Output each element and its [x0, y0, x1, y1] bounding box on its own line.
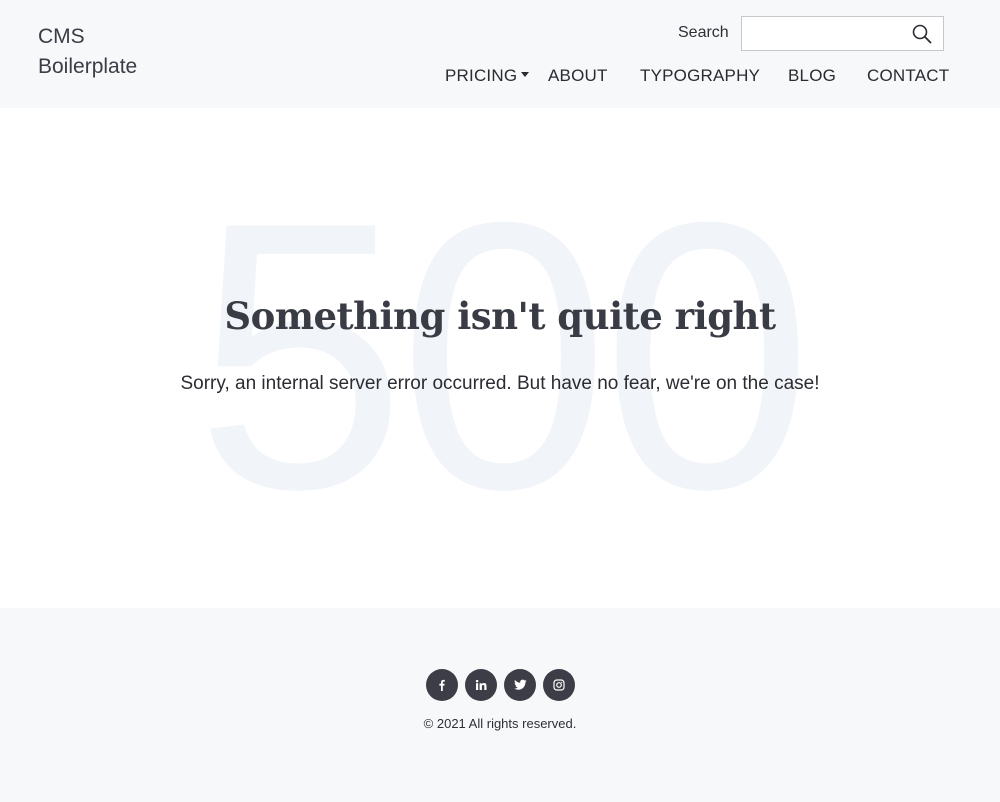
search-box: [741, 16, 944, 51]
site-footer: © 2021 All rights reserved.: [0, 608, 1000, 802]
twitter-icon[interactable]: [504, 669, 536, 701]
caret-down-icon: [521, 72, 530, 77]
site-header: CMS Boilerplate Search PRICING ABOUT TYP…: [0, 0, 1000, 108]
error-message: Sorry, an internal server error occurred…: [180, 373, 820, 394]
search-label: Search: [678, 24, 729, 41]
copyright-text: © 2021 All rights reserved.: [423, 716, 577, 731]
nav-item-contact[interactable]: CONTACT: [867, 66, 949, 86]
search-input[interactable]: [742, 17, 902, 50]
nav-item-label: PRICING: [445, 66, 518, 85]
nav-item-pricing[interactable]: PRICING: [445, 66, 530, 86]
social-links: [426, 669, 575, 701]
linkedin-icon[interactable]: [465, 669, 497, 701]
nav-item-typography[interactable]: TYPOGRAPHY: [640, 66, 760, 86]
error-code-watermark: 500: [194, 143, 813, 568]
error-section: 500 Something isn't quite right Sorry, a…: [0, 108, 1000, 608]
nav-item-blog[interactable]: BLOG: [788, 66, 836, 86]
facebook-icon[interactable]: [426, 669, 458, 701]
error-headline: Something isn't quite right: [224, 294, 776, 338]
main-nav: PRICING ABOUT TYPOGRAPHY BLOG CONTACT: [0, 66, 1000, 90]
nav-item-about[interactable]: ABOUT: [548, 66, 608, 86]
instagram-icon[interactable]: [543, 669, 575, 701]
magnifier-icon[interactable]: [911, 23, 933, 45]
